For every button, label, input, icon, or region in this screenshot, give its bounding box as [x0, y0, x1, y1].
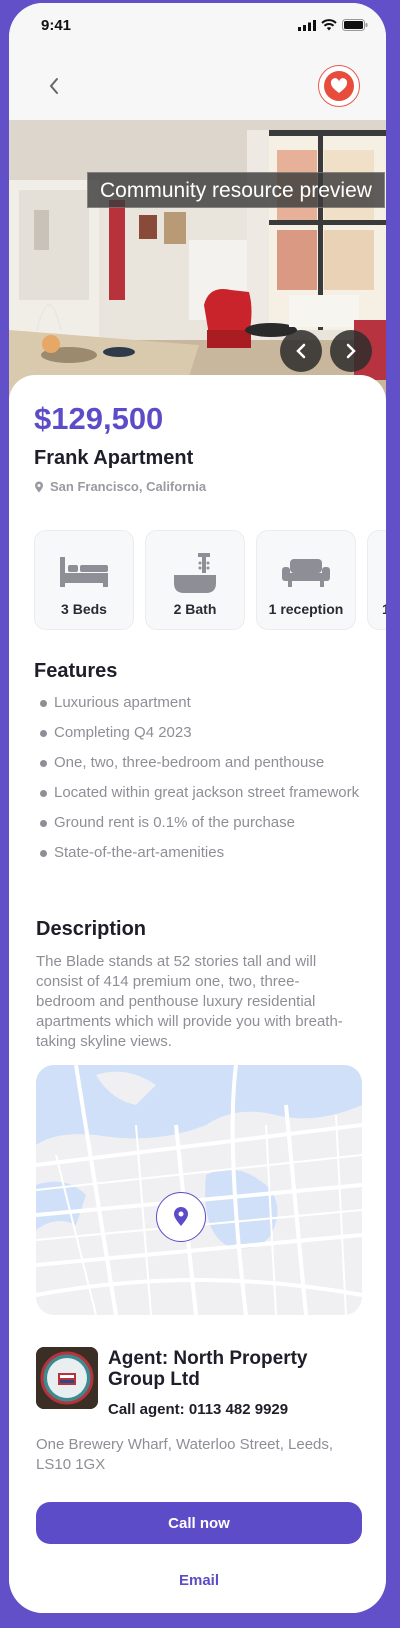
status-time: 9:41 [41, 17, 72, 34]
listing-location: San Francisco, California [34, 479, 206, 494]
previous-photo-button[interactable] [280, 330, 322, 372]
favorite-button[interactable] [318, 65, 360, 107]
amenity-label: 3 Beds [61, 601, 107, 617]
status-bar: 9:41 [9, 3, 386, 53]
listing-details: $129,500 Frank Apartment San Francisco, … [9, 375, 386, 1613]
listing-title: Frank Apartment [34, 447, 194, 469]
chevron-right-icon [346, 343, 356, 359]
top-bar [9, 53, 386, 123]
location-pin-icon [35, 481, 43, 492]
agent-badge-logo [36, 1347, 98, 1409]
map-location-marker[interactable] [156, 1192, 206, 1242]
signal-icon [298, 19, 316, 31]
location-text: San Francisco, California [50, 479, 207, 494]
feature-item: State-of-the-art-amenities [40, 843, 360, 863]
email-button[interactable]: Email [36, 1560, 362, 1600]
amenity-partial: 1 [367, 530, 386, 630]
amenity-label: 1 reception [268, 601, 344, 617]
listing-price: $129,500 [34, 401, 164, 436]
agent-name: Agent: North Property Group Ltd [108, 1348, 308, 1390]
feature-item: Completing Q4 2023 [40, 723, 360, 743]
chevron-left-icon [49, 78, 58, 94]
feature-item: Ground rent is 0.1% of the purchase [40, 813, 360, 833]
sofa-icon [282, 559, 330, 587]
heart-icon [330, 78, 348, 93]
feature-item: Located within great jackson street fram… [40, 783, 360, 803]
favorite-badge [324, 71, 354, 101]
wifi-icon [321, 19, 337, 31]
agent-phone[interactable]: Call agent: 0113 482 9929 [108, 1401, 288, 1418]
battery-icon [342, 19, 368, 31]
phone-screen: 9:41 Community resource preview $129,500… [9, 3, 386, 1613]
bed-icon [60, 557, 108, 587]
amenity-bath: 2 Bath [145, 530, 245, 630]
amenity-beds: 3 Beds [34, 530, 134, 630]
features-list: Luxurious apartment Completing Q4 2023 O… [40, 693, 360, 873]
description-text: The Blade stands at 52 stories tall and … [36, 953, 343, 1050]
chevron-left-icon [296, 343, 306, 359]
location-map[interactable] [36, 1065, 362, 1315]
next-photo-button[interactable] [330, 330, 372, 372]
amenities-carousel[interactable]: 3 Beds 2 Bath 1 reception 1 [34, 530, 386, 632]
bathtub-icon [174, 553, 216, 593]
property-photo: Community resource preview [9, 120, 386, 408]
status-icons [298, 19, 368, 31]
apartment-photo-illustration [9, 120, 386, 408]
call-now-button[interactable]: Call now [36, 1502, 362, 1544]
amenity-reception: 1 reception [256, 530, 356, 630]
photo-tooltip: Community resource preview [87, 172, 385, 208]
location-pin-icon [174, 1207, 188, 1226]
amenity-label: 2 Bath [173, 601, 217, 617]
amenity-label: 1 [382, 601, 386, 617]
map-illustration [36, 1065, 362, 1315]
feature-item: Luxurious apartment [40, 693, 360, 713]
agent-address: One Brewery Wharf, Waterloo Street, Leed… [36, 1436, 334, 1473]
back-button[interactable] [39, 71, 69, 101]
agent-logo [36, 1347, 98, 1409]
description-heading: Description [36, 918, 147, 940]
features-heading: Features [34, 660, 118, 682]
feature-item: One, two, three-bedroom and penthouse [40, 753, 360, 773]
